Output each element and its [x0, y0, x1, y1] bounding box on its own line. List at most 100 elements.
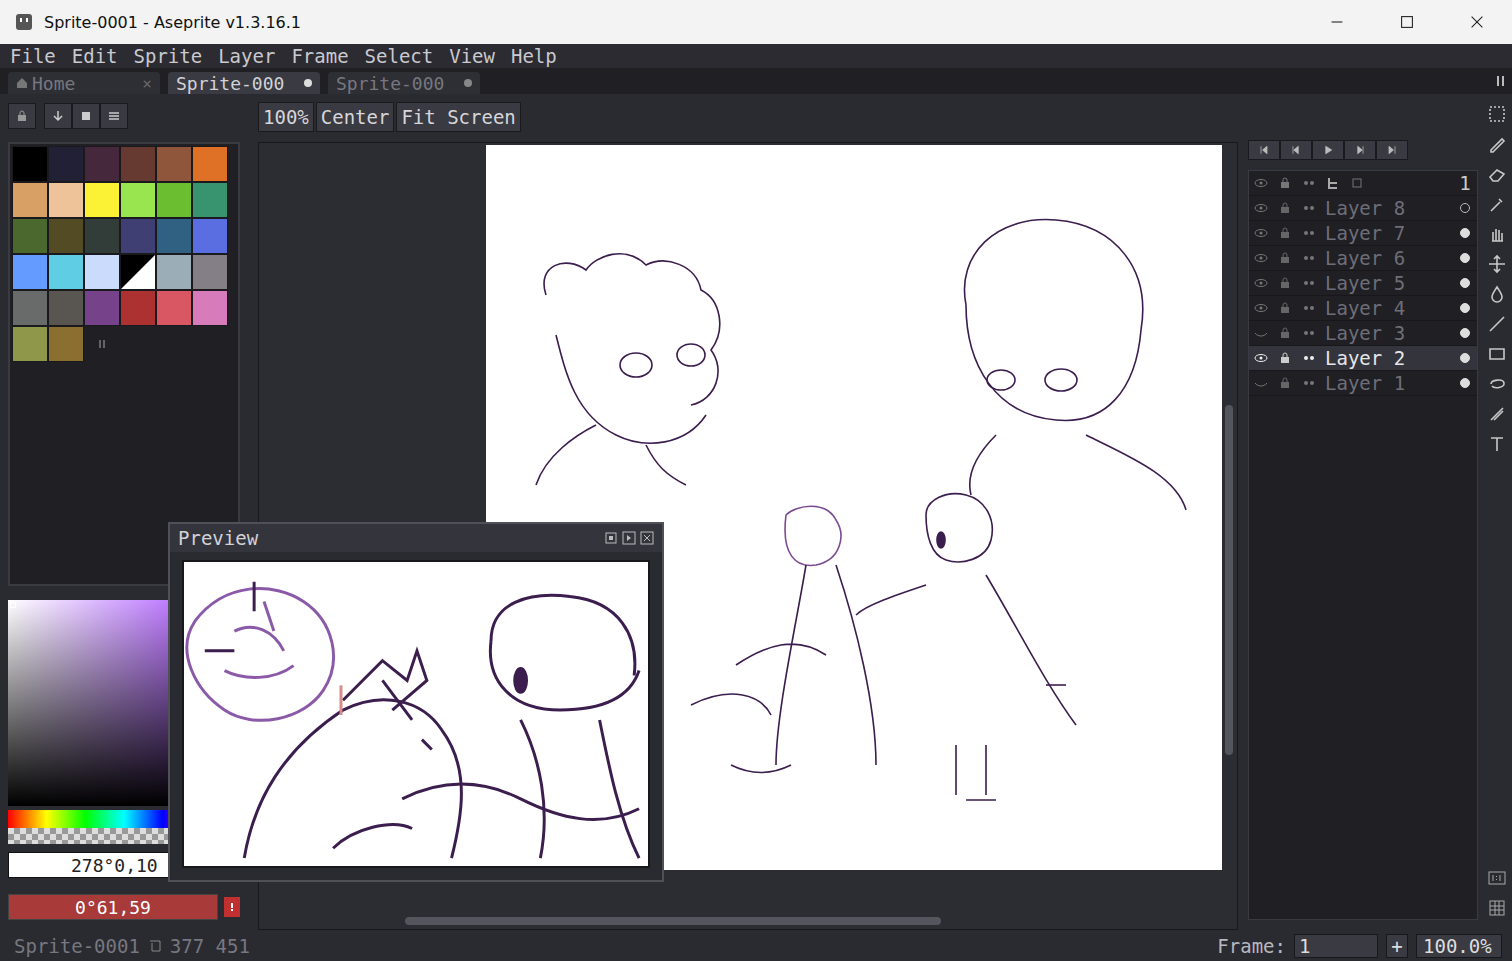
cel[interactable]	[1453, 353, 1477, 363]
tool-button[interactable]	[1484, 402, 1510, 426]
tab-menu-icon[interactable]	[1496, 74, 1506, 88]
lock-icon[interactable]	[1273, 350, 1297, 366]
layer-row[interactable]: Layer 3	[1249, 321, 1477, 346]
tab[interactable]: Sprite-000	[168, 72, 320, 94]
palette-swatch[interactable]	[12, 326, 48, 362]
frame-header[interactable]: 1	[1453, 172, 1477, 194]
palette-swatch[interactable]	[12, 146, 48, 182]
palette-swatch[interactable]	[156, 182, 192, 218]
layer-row[interactable]: Layer 7	[1249, 221, 1477, 246]
tool-button[interactable]	[1484, 312, 1510, 336]
menu-item[interactable]: Sprite	[134, 45, 203, 67]
tab[interactable]: Sprite-000	[328, 72, 480, 94]
lock-icon[interactable]	[1273, 250, 1297, 266]
fullscreen-icon[interactable]	[604, 531, 618, 545]
tool-button[interactable]	[1484, 222, 1510, 246]
preview-title-bar[interactable]: Preview	[170, 524, 662, 552]
cel[interactable]	[1453, 203, 1477, 213]
minimize-icon[interactable]	[1302, 13, 1372, 31]
resize-handle-icon[interactable]	[98, 338, 106, 350]
eye-closed-icon[interactable]	[1249, 375, 1273, 391]
lock-icon[interactable]	[1273, 175, 1297, 191]
continuous-icon[interactable]	[1297, 325, 1321, 341]
palette-swatch[interactable]	[48, 290, 84, 326]
palette-swatch[interactable]	[156, 146, 192, 182]
palette-swatch[interactable]	[12, 254, 48, 290]
menu-item[interactable]: Edit	[72, 45, 118, 67]
layer-tree-icon[interactable]	[1321, 175, 1345, 191]
vertical-scrollbar[interactable]	[1225, 143, 1233, 915]
palette-swatch[interactable]	[84, 254, 120, 290]
menu-item[interactable]: View	[449, 45, 495, 67]
zoom-button[interactable]: Center	[316, 102, 395, 132]
options-button[interactable]	[100, 103, 128, 129]
lock-icon[interactable]	[1273, 225, 1297, 241]
zoom-button[interactable]: 100%	[258, 102, 314, 132]
close-icon[interactable]	[1442, 13, 1512, 31]
actual-size-button[interactable]	[1484, 866, 1510, 890]
palette-swatch[interactable]	[48, 146, 84, 182]
layer-row[interactable]: Layer 5	[1249, 271, 1477, 296]
layer-name[interactable]: Layer 1	[1321, 372, 1453, 394]
palette-swatch[interactable]	[120, 290, 156, 326]
playback-button[interactable]	[1248, 140, 1280, 160]
continuous-icon[interactable]	[1297, 350, 1321, 366]
tool-button[interactable]	[1484, 102, 1510, 126]
continuous-icon[interactable]	[1297, 375, 1321, 391]
palette-swatch[interactable]	[156, 290, 192, 326]
cel[interactable]	[1453, 253, 1477, 263]
tool-button[interactable]	[1484, 132, 1510, 156]
continuous-icon[interactable]	[1297, 200, 1321, 216]
layer-row[interactable]: Layer 8	[1249, 196, 1477, 221]
lock-button[interactable]	[8, 103, 36, 129]
continuous-icon[interactable]	[1297, 275, 1321, 291]
palette-swatch[interactable]	[12, 218, 48, 254]
eye-icon[interactable]	[1249, 350, 1273, 366]
cel[interactable]	[1453, 278, 1477, 288]
scroll-thumb[interactable]	[405, 917, 941, 925]
menu-item[interactable]: Select	[365, 45, 434, 67]
scroll-thumb[interactable]	[1225, 405, 1233, 755]
palette-swatch[interactable]	[120, 146, 156, 182]
palette-swatch[interactable]	[84, 182, 120, 218]
tool-button[interactable]	[1484, 432, 1510, 456]
lock-icon[interactable]	[1273, 200, 1297, 216]
layer-row[interactable]: Layer 2	[1249, 346, 1477, 371]
tool-button[interactable]	[1484, 282, 1510, 306]
eye-icon[interactable]	[1249, 225, 1273, 241]
lock-icon[interactable]	[1273, 300, 1297, 316]
layer-name[interactable]: Layer 7	[1321, 222, 1453, 244]
eye-icon[interactable]	[1249, 175, 1273, 191]
tool-button[interactable]	[1484, 342, 1510, 366]
menu-item[interactable]: Help	[511, 45, 557, 67]
palette-swatch[interactable]	[48, 182, 84, 218]
tool-button[interactable]	[1484, 252, 1510, 276]
palette-swatch[interactable]	[120, 182, 156, 218]
horizontal-scrollbar[interactable]	[259, 917, 1223, 925]
eye-closed-icon[interactable]	[1249, 325, 1273, 341]
layer-name[interactable]: Layer 6	[1321, 247, 1453, 269]
cel[interactable]	[1453, 378, 1477, 388]
tool-button[interactable]	[1484, 192, 1510, 216]
layer-row[interactable]: Layer 6	[1249, 246, 1477, 271]
lock-icon[interactable]	[1273, 275, 1297, 291]
current-color-field[interactable]: 0°61,59	[8, 894, 218, 920]
menu-item[interactable]: Frame	[291, 45, 348, 67]
eye-icon[interactable]	[1249, 250, 1273, 266]
cel[interactable]	[1453, 228, 1477, 238]
maximize-icon[interactable]	[1372, 13, 1442, 31]
onion-skin-icon[interactable]	[1345, 175, 1369, 191]
layer-row[interactable]: Layer 4	[1249, 296, 1477, 321]
tab-close[interactable]: ×	[142, 74, 152, 93]
zoom-button[interactable]: Fit Screen	[396, 102, 520, 132]
frame-field[interactable]: 1	[1294, 934, 1378, 958]
play-icon[interactable]	[622, 531, 636, 545]
palette-swatch[interactable]	[192, 254, 228, 290]
continuous-icon[interactable]	[1297, 225, 1321, 241]
palette-swatch[interactable]	[192, 182, 228, 218]
lock-icon[interactable]	[1273, 325, 1297, 341]
palette-swatch[interactable]	[84, 290, 120, 326]
tool-button[interactable]	[1484, 372, 1510, 396]
continuous-icon[interactable]	[1297, 300, 1321, 316]
palette-swatch[interactable]	[12, 182, 48, 218]
